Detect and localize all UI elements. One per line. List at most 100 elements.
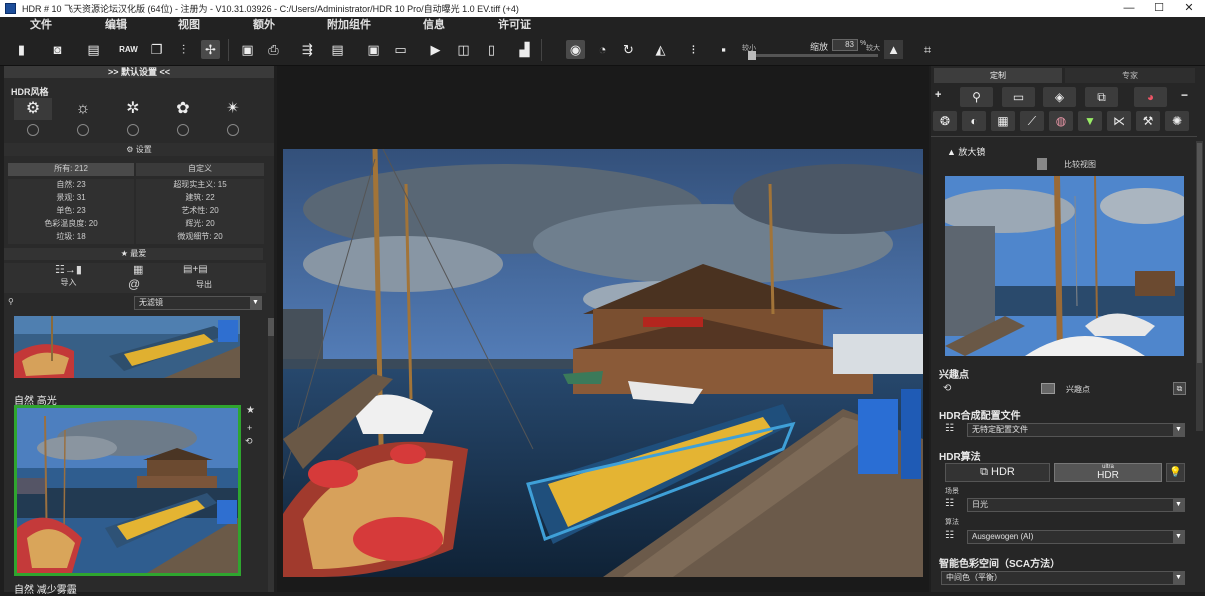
magnifier-icon[interactable]: ⚲ [960, 87, 993, 107]
category-8[interactable]: 色彩温良度: 20 [8, 218, 134, 231]
save-as-icon[interactable]: ▣ [364, 40, 383, 59]
auto-icon[interactable]: ◔ [593, 40, 612, 59]
right-scrollbar-thumb[interactable] [1197, 143, 1202, 363]
add-icon[interactable]: + [935, 89, 941, 101]
user-preset-icon[interactable] [177, 124, 189, 136]
preset-thumbnail[interactable] [14, 316, 240, 378]
add-icon[interactable]: + [247, 423, 252, 433]
crop-icon[interactable]: ⌗ [918, 40, 937, 59]
crop-small-icon[interactable]: ▪ [714, 40, 733, 59]
minimize-button[interactable]: — [1114, 0, 1144, 17]
menu-info[interactable]: 信息 [423, 18, 445, 33]
maximize-button[interactable]: ☐ [1144, 0, 1174, 17]
qr-icon[interactable]: ▦ [133, 263, 143, 277]
book-icon[interactable]: ▯ [482, 40, 501, 59]
menu-view[interactable]: 视图 [178, 18, 200, 33]
hdr-button[interactable]: ⧉ HDR [945, 463, 1050, 482]
image-canvas[interactable] [277, 66, 929, 592]
algo-dropdown[interactable]: Ausgewogen (AI) ▼ [967, 530, 1185, 544]
style-gears-icon[interactable]: ⚙ [14, 98, 52, 120]
menu-license[interactable]: 许可证 [498, 18, 531, 33]
remove-icon[interactable]: − [1181, 88, 1188, 102]
poi-add-icon[interactable]: ⧉ [1173, 382, 1186, 395]
category-1[interactable]: 自定义 [136, 163, 264, 176]
user-preset-icon[interactable] [27, 124, 39, 136]
favorites-row[interactable]: ★ 最爱 [4, 248, 263, 260]
category-9[interactable]: 辉光: 20 [136, 218, 264, 231]
import-button[interactable]: ☷→▮ 导入 [4, 263, 133, 293]
search-icon[interactable]: ⚲ [8, 297, 18, 307]
bulb-icon[interactable]: 💡 [1166, 463, 1185, 482]
rotate-icon[interactable]: ↻ [619, 40, 638, 59]
user-preset-icon[interactable] [227, 124, 239, 136]
play-icon[interactable]: ▶ [426, 40, 445, 59]
poi-refresh-icon[interactable]: ⟲ [943, 383, 951, 394]
style-sparkle-icon[interactable]: ✴ [214, 98, 252, 120]
open-icon[interactable]: ◙ [48, 40, 67, 59]
export-button[interactable]: ▦ @ ▤+▤ 导出 [128, 263, 266, 293]
profile-dropdown[interactable]: 无特定配置文件 ▼ [967, 423, 1185, 437]
batch-icon[interactable]: ▤ [84, 40, 103, 59]
noise-icon[interactable]: ▦ [991, 111, 1015, 131]
category-6[interactable]: 单色: 23 [8, 205, 134, 218]
settings-row[interactable]: ⚙ 设置 [4, 143, 274, 156]
category-11[interactable]: 微观细节: 20 [136, 231, 264, 244]
presets-header[interactable]: >> 默认设置 << [4, 66, 274, 78]
menu-addons[interactable]: 附加组件 [327, 18, 371, 33]
nodes-icon[interactable]: ⋉ [1107, 111, 1131, 131]
contrast-icon[interactable]: ◐ [962, 111, 986, 131]
new-icon[interactable]: ▮ [12, 40, 31, 59]
category-4[interactable]: 景观: 31 [8, 192, 134, 205]
layers-icon[interactable]: ◈ [1043, 87, 1076, 107]
selected-preset-thumbnail[interactable] [14, 405, 241, 576]
filter-dropdown[interactable]: 无滤镜 ▼ [134, 296, 262, 310]
zoom-slider-track[interactable] [752, 54, 878, 57]
category-10[interactable]: 垃圾: 18 [8, 231, 134, 244]
style-palette-icon[interactable]: ✿ [164, 98, 202, 120]
category-5[interactable]: 建筑: 22 [136, 192, 264, 205]
refresh-icon[interactable]: ⟲ [245, 436, 253, 447]
menu-file[interactable]: 文件 [30, 18, 52, 33]
menu-edit[interactable]: 编辑 [105, 18, 127, 33]
gallery-icon[interactable]: ❐ [147, 40, 166, 59]
present-icon[interactable]: ◫ [454, 40, 473, 59]
crop-frames-icon[interactable]: ⧉ [1085, 87, 1118, 107]
flip-icon[interactable]: ◭ [651, 40, 670, 59]
tab-expert[interactable]: 专家 [1065, 68, 1195, 83]
fit-icon[interactable]: ▲ [884, 40, 903, 59]
align-icon[interactable]: ⁝ [684, 40, 703, 59]
histogram-icon[interactable]: ▟ [515, 40, 534, 59]
menu-extra[interactable]: 额外 [253, 18, 275, 33]
export-image-icon[interactable]: ▤ [328, 40, 347, 59]
category-3[interactable]: 超现实主义: 15 [136, 179, 264, 192]
screen-icon[interactable]: ▭ [1002, 87, 1035, 107]
zoom-slider-handle[interactable] [748, 51, 756, 60]
curve-icon[interactable]: ⟋ [1020, 111, 1044, 131]
print-icon[interactable]: ⎙ [264, 40, 283, 59]
scene-dropdown[interactable]: 日光 ▼ [967, 498, 1185, 512]
brush-icon[interactable]: ⚒ [1136, 111, 1160, 131]
favorite-star-icon[interactable]: ★ [246, 405, 255, 416]
export-icon[interactable]: ⇶ [298, 40, 317, 59]
compare-toggle[interactable] [1037, 158, 1047, 170]
aperture-icon[interactable]: ❂ [933, 111, 957, 131]
adjust-icon[interactable]: ✢ [201, 40, 220, 59]
hue-icon[interactable]: ◍ [1049, 111, 1073, 131]
scrollbar-track[interactable] [268, 336, 274, 592]
preview-eye-icon[interactable]: ◉ [566, 40, 585, 59]
close-button[interactable]: ✕ [1174, 0, 1204, 17]
category-2[interactable]: 自然: 23 [8, 179, 134, 192]
gradient-icon[interactable]: ▼ [1078, 111, 1102, 131]
ultra-hdr-button[interactable]: ultra HDR [1054, 463, 1162, 482]
email-icon[interactable]: @ [128, 277, 140, 291]
sca-dropdown[interactable]: 中间色（平衡） ▼ [941, 571, 1185, 585]
color-wheel-icon[interactable]: ◕ [1134, 87, 1167, 107]
scrollbar-thumb[interactable] [268, 318, 274, 336]
slideshow-icon[interactable]: ▭ [391, 40, 410, 59]
magnifier-section[interactable]: ▲ 放大镜 [947, 145, 985, 158]
user-preset-icon[interactable] [127, 124, 139, 136]
save-icon[interactable]: ▣ [238, 40, 257, 59]
lens-icon[interactable]: ✺ [1165, 111, 1189, 131]
user-preset-icon[interactable] [77, 124, 89, 136]
category-7[interactable]: 艺术性: 20 [136, 205, 264, 218]
